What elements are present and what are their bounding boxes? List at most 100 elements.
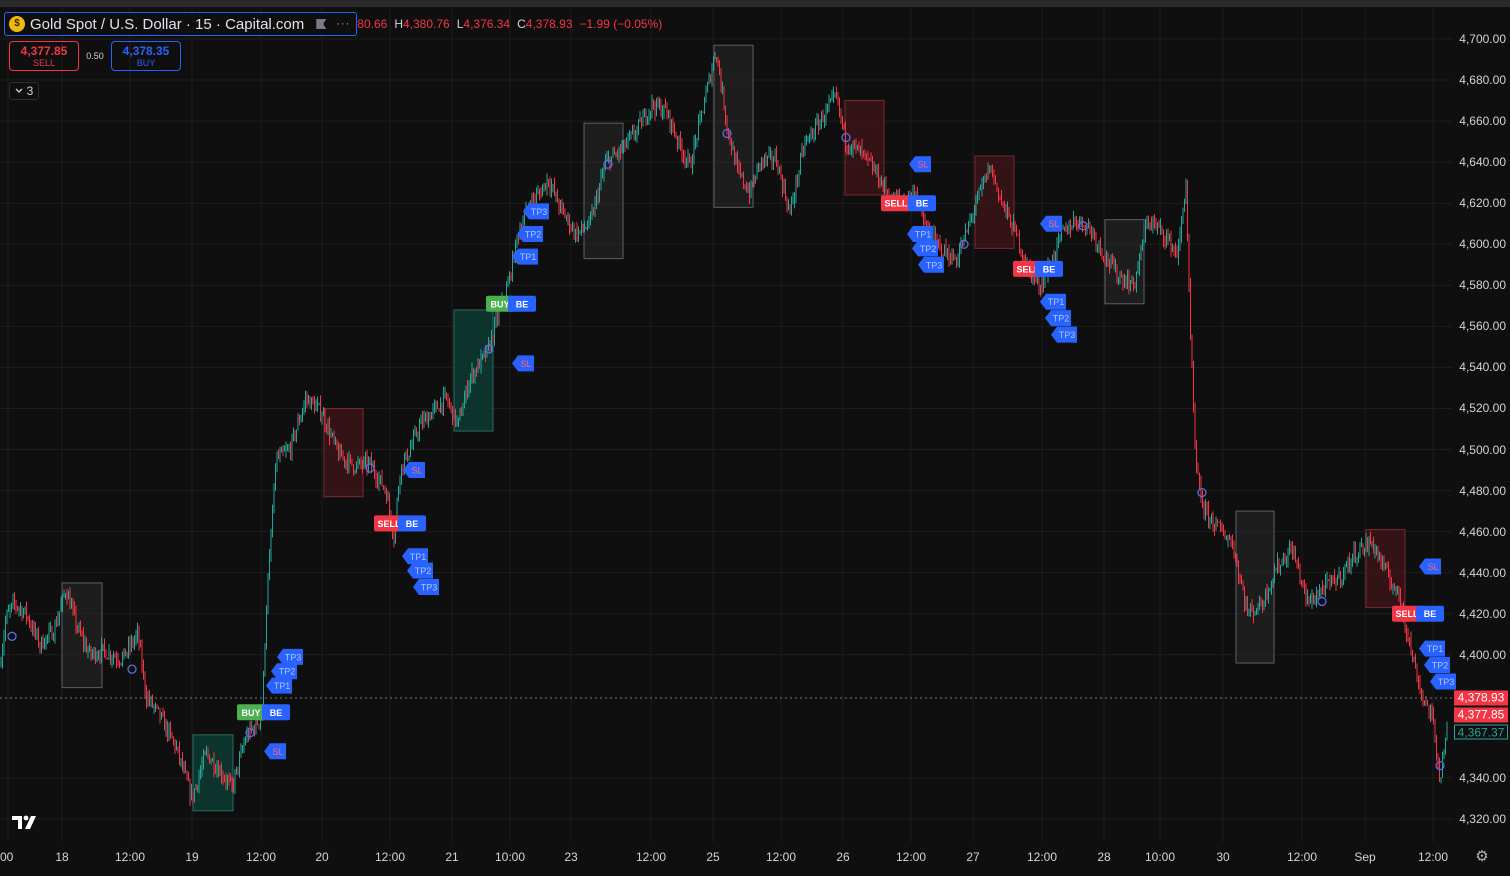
time-axis-label: 21: [445, 850, 459, 864]
signal-tag-label: SL: [1427, 562, 1438, 572]
time-axis-label: 12:00: [245, 850, 277, 864]
price-axis-label: 4,320.00: [1459, 812, 1506, 826]
time-axis-label: 23: [564, 850, 578, 864]
signal-tag-label: TP2: [525, 230, 542, 240]
time-axis-label: 12:00: [1417, 850, 1449, 864]
price-axis-label: 4,480.00: [1459, 483, 1506, 498]
signal-tag-label: TP2: [920, 244, 937, 254]
symbol-selector[interactable]: $ Gold Spot / U.S. Dollar · 15 · Capital…: [4, 12, 358, 36]
high-value: 4,380.76: [402, 17, 450, 31]
time-axis-label: 12:00: [635, 850, 667, 864]
signal-sl: SL: [512, 355, 534, 372]
signal-tag-label: TP3: [285, 652, 302, 662]
time-axis-label: 27: [966, 850, 980, 864]
signal-be: BE: [262, 704, 290, 721]
signal-tp: TP3: [1051, 326, 1077, 343]
signal-sl: SL: [264, 743, 286, 760]
chart-header: $ Gold Spot / U.S. Dollar · 15 · Capital…: [4, 12, 669, 36]
price-axis-label: 4,580.00: [1459, 278, 1506, 293]
price-axis-label: 4,560.00: [1459, 319, 1506, 334]
signal-tp: TP3: [1430, 673, 1456, 690]
signal-tp: TP2: [912, 240, 938, 257]
signal-tag-label: TP3: [926, 260, 943, 270]
signal-tag-label: BE: [270, 708, 283, 718]
chevron-down-icon: [15, 88, 23, 93]
time-axis-label: 25: [706, 850, 720, 864]
pivot-marker: [127, 664, 137, 674]
signal-tag-label: BUY: [490, 299, 509, 309]
close-label: C: [517, 17, 526, 31]
price-axis-label: 4,600.00: [1459, 237, 1506, 252]
price-axis-label: 4,420.00: [1459, 606, 1506, 621]
signal-tag-label: SL: [1048, 219, 1059, 229]
price-axis-label: 4,340.00: [1459, 770, 1506, 785]
signal-tag-label: TP2: [279, 667, 296, 677]
time-axis-label: 12:00: [1286, 850, 1318, 864]
signal-tag-label: TP1: [274, 681, 291, 691]
price-chart[interactable]: BUY BE SL TP1 TP2 TP3 SELL BE SL TP1 TP2 TP3 BUY BE SL…: [0, 0, 1510, 876]
signal-labels: BUY BE SL TP1 TP2 TP3 SELL BE SL TP1 TP2 TP3 BUY BE SL…: [237, 156, 1456, 760]
last-price-tag: 4,378.93: [1454, 690, 1508, 706]
signal-tag-label: SL: [411, 466, 422, 476]
buy-price: 4,378.35: [122, 44, 170, 58]
signal-tp: TP2: [1045, 310, 1071, 327]
signal-tp: TP1: [402, 548, 428, 565]
signal-tag-label: TP3: [1059, 330, 1076, 340]
signal-tag-label: BE: [516, 299, 529, 309]
signal-tp: TP3: [277, 648, 303, 665]
signal-tag-label: TP1: [1427, 644, 1444, 654]
signal-sl: SL: [1419, 558, 1441, 575]
price-axis-label: 4,440.00: [1459, 565, 1506, 580]
signal-tag-label: TP1: [1048, 297, 1065, 307]
signal-tp: TP2: [271, 663, 297, 680]
signal-tp: TP1: [266, 677, 292, 694]
price-axis-label: 4,640.00: [1459, 155, 1506, 170]
signal-sl: SL: [403, 462, 425, 479]
time-axis-label: 00: [0, 850, 14, 864]
time-axis-label: 28: [1097, 850, 1111, 864]
signal-tag-label: SL: [272, 747, 283, 757]
buy-label: BUY: [136, 58, 156, 68]
signal-tag-label: BE: [1043, 264, 1056, 274]
signal-tag-label: TP3: [421, 583, 438, 593]
signal-tp: TP2: [407, 562, 433, 579]
price-axis-label: 4,620.00: [1459, 196, 1506, 211]
time-axis-label: 20: [315, 850, 329, 864]
price-axis-label: 4,460.00: [1459, 524, 1506, 539]
spread-value: 0.50: [86, 51, 104, 61]
change-value: −1.99 (−0.05%): [579, 17, 663, 31]
time-axis-label: 12:00: [765, 850, 797, 864]
settings-gear-icon[interactable]: ⚙: [1474, 849, 1490, 865]
signal-tag-label: TP2: [415, 566, 432, 576]
signal-be: BE: [1416, 605, 1444, 622]
signal-buy: BUY: [237, 704, 265, 721]
time-axis-label: 19: [185, 850, 199, 864]
time-axis-label: Sep: [1354, 850, 1376, 864]
signal-sell: SELL: [881, 195, 911, 212]
zone-neutral: [583, 122, 624, 260]
price-axis-label: 4,680.00: [1459, 73, 1506, 88]
sell-price: 4,377.85: [20, 44, 68, 58]
price-axis-label: 4,520.00: [1459, 401, 1506, 416]
signal-tag-label: TP2: [1432, 661, 1449, 671]
ohlc-values: 80.66 H4,380.76 L4,376.34 C4,378.93 −1.99 (−…: [357, 17, 669, 31]
sell-label: SELL: [32, 58, 56, 68]
signal-sl: SL: [1040, 215, 1062, 232]
signal-tag-label: SELL: [1395, 609, 1419, 619]
signal-tp: TP1: [1419, 640, 1445, 657]
indicators-toggle[interactable]: 3: [9, 82, 39, 100]
flag-icon[interactable]: [316, 19, 327, 29]
time-axis-label: 12:00: [374, 850, 406, 864]
time-axis-label: 30: [1216, 850, 1230, 864]
symbol-title[interactable]: Gold Spot / U.S. Dollar · 15 · Capital.c…: [30, 16, 304, 33]
time-axis-label: 12:00: [114, 850, 146, 864]
more-dots-icon[interactable]: ···: [336, 18, 350, 30]
tradingview-logo-icon[interactable]: [12, 813, 42, 836]
buy-button[interactable]: 4,378.35 BUY: [111, 41, 181, 71]
signal-tp: TP3: [523, 203, 549, 220]
signal-tag-label: BUY: [241, 708, 260, 718]
sell-button[interactable]: 4,377.85 SELL: [9, 41, 79, 71]
time-axis-label: 18: [55, 850, 69, 864]
price-axis-label: 4,540.00: [1459, 360, 1506, 375]
signal-be: BE: [908, 195, 936, 212]
